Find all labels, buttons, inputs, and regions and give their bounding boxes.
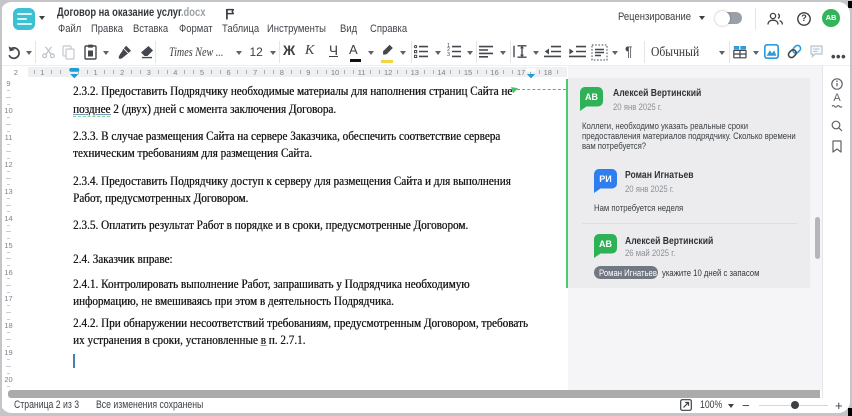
svg-text:РИ: РИ — [599, 174, 611, 184]
svg-text:АВ: АВ — [585, 92, 598, 102]
svg-text:АВ: АВ — [599, 239, 612, 249]
